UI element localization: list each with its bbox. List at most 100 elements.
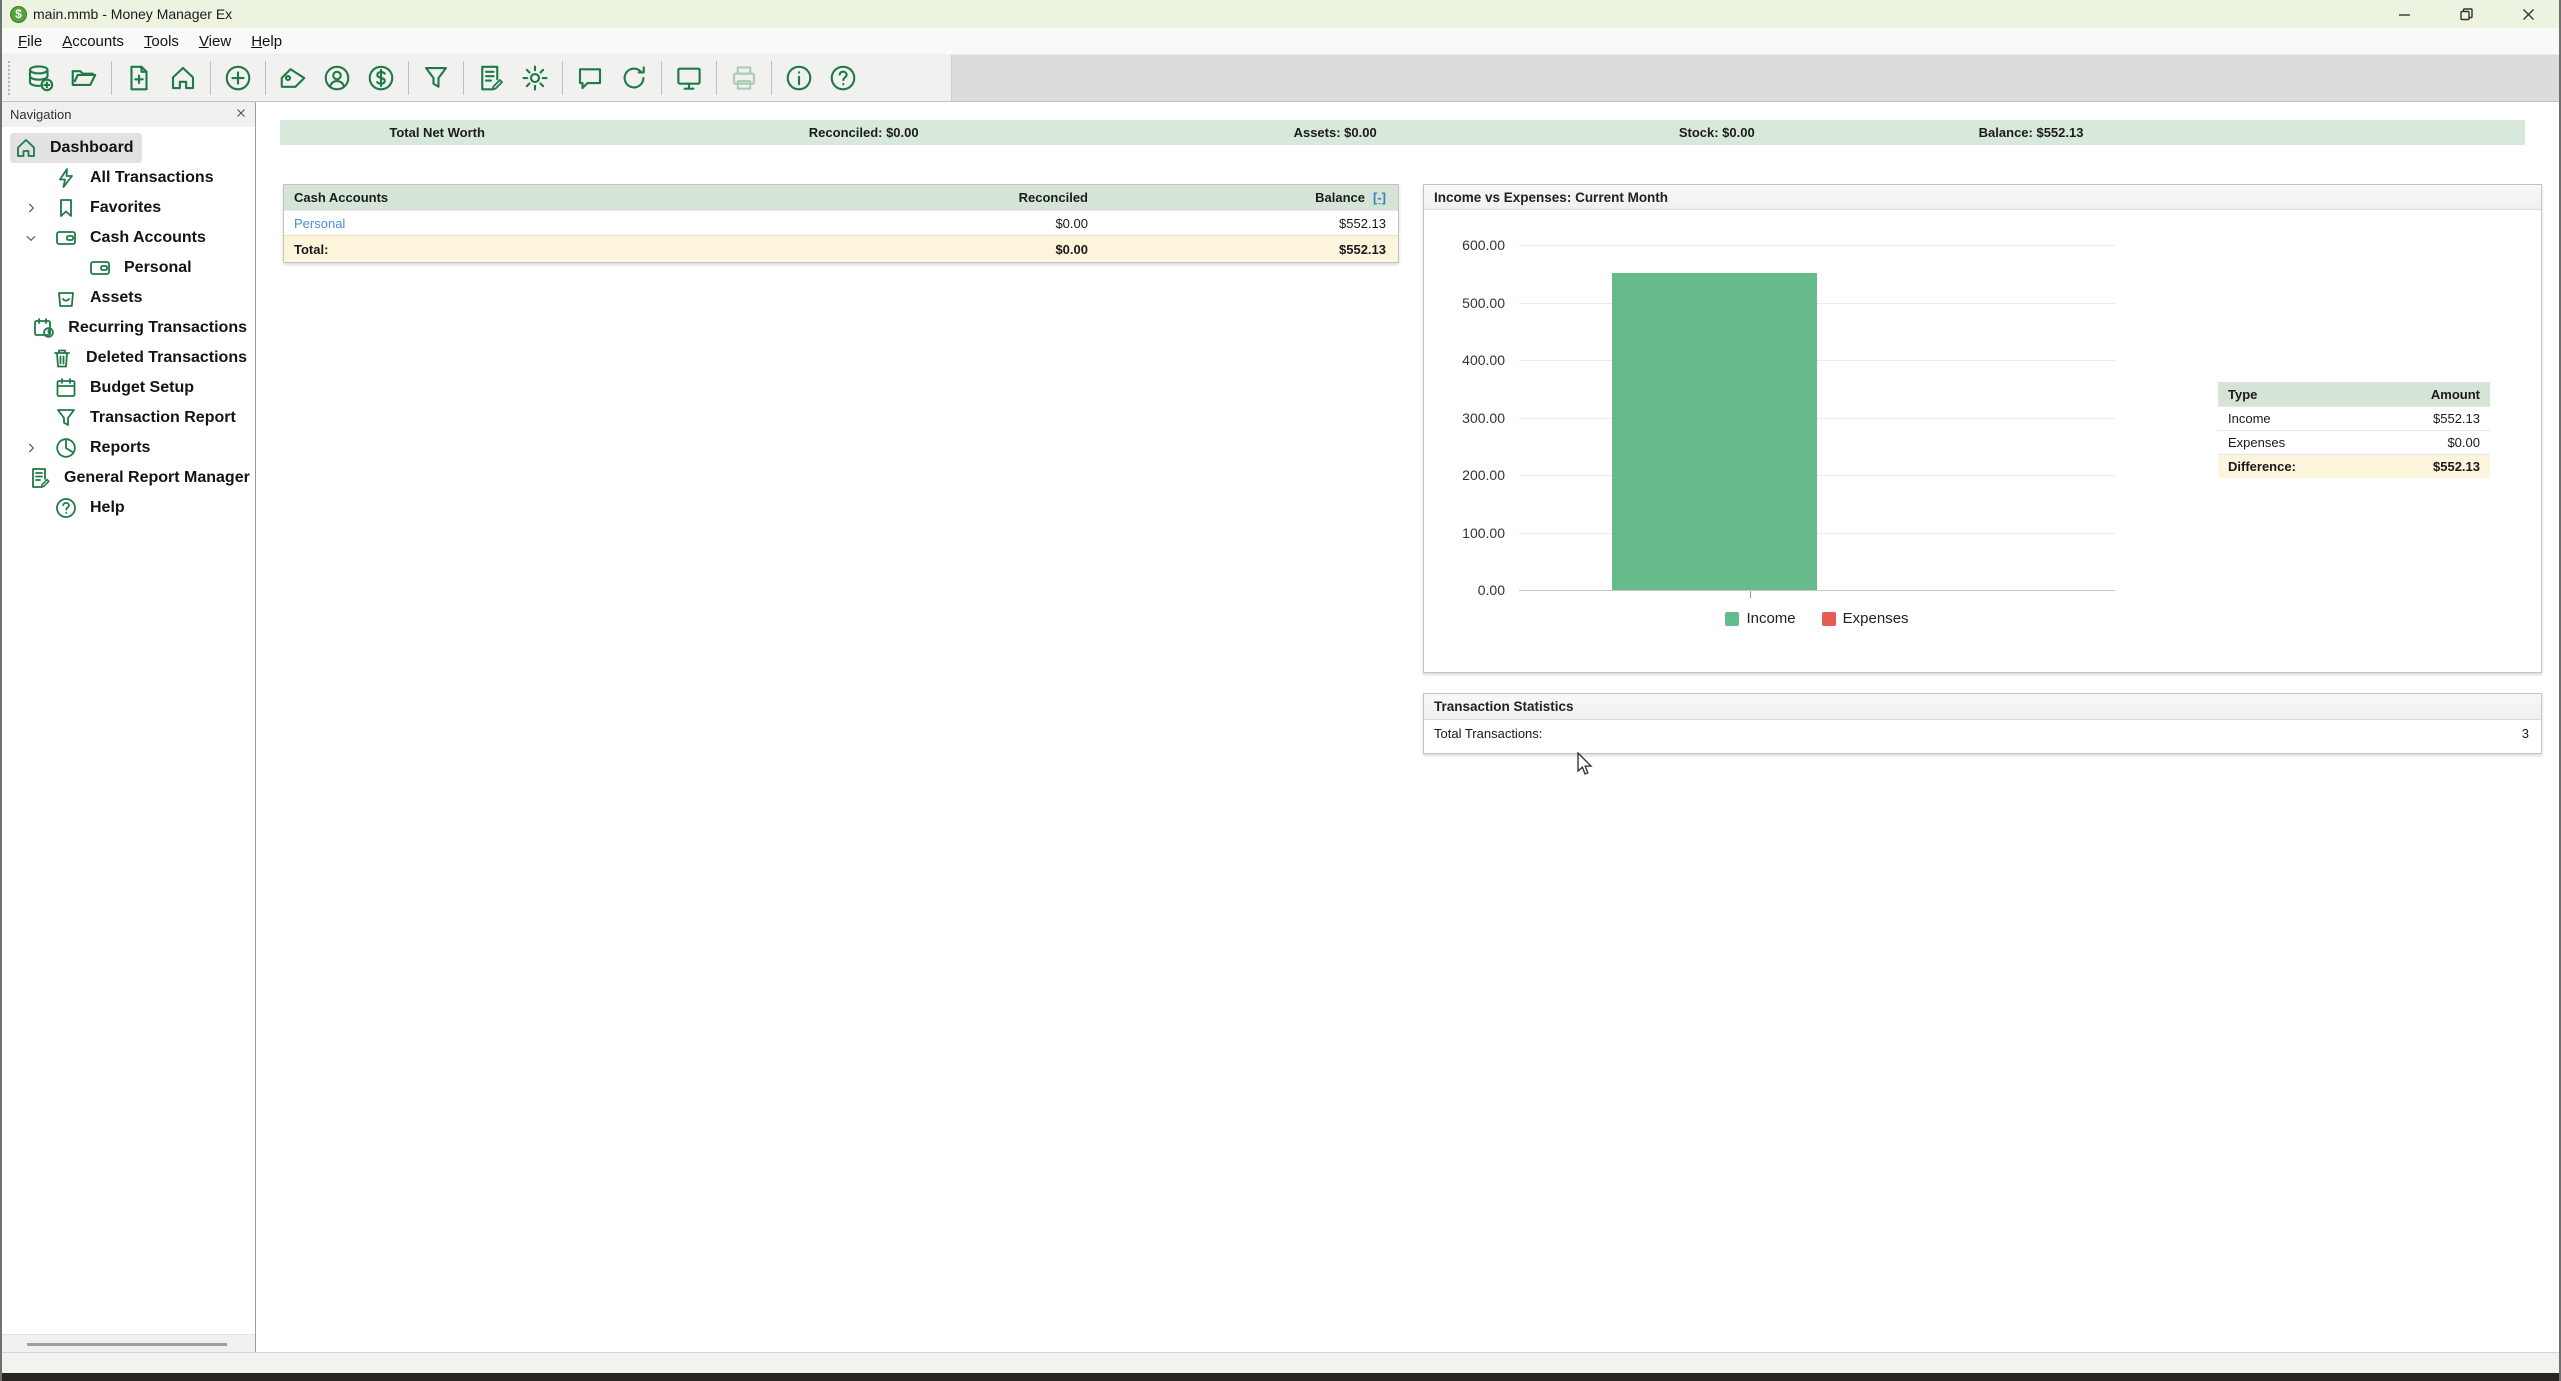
sidebar-item-all-transactions[interactable]: All Transactions	[2, 163, 255, 193]
summary-cell-4: Balance: $552.13	[1896, 125, 2165, 140]
expander-chevron-right-icon[interactable]	[24, 201, 50, 215]
fullscreen-monitor-icon[interactable]	[667, 58, 711, 98]
sidebar-item-label: Budget Setup	[90, 379, 194, 397]
transaction-report-icon[interactable]	[469, 58, 513, 98]
restore-button[interactable]	[2435, 0, 2497, 28]
window-title: main.mmb - Money Manager Ex	[33, 6, 232, 22]
navigation-panel-title: Navigation	[10, 107, 71, 122]
news-chat-icon[interactable]	[568, 58, 612, 98]
sidebar-item-help[interactable]: Help	[2, 493, 255, 523]
about-info-icon[interactable]	[777, 58, 821, 98]
sidebar-item-dashboard[interactable]: Dashboard	[2, 133, 255, 163]
home-icon	[14, 136, 38, 160]
summary-cell-3: Stock: $0.00	[1537, 125, 1896, 140]
y-axis-tick-label: 300.00	[1430, 410, 1505, 426]
calendar-clock-icon	[32, 316, 56, 340]
sidebar-item-deleted-transactions[interactable]: Deleted Transactions	[2, 343, 255, 373]
sidebar-item-cash-accounts[interactable]: Cash Accounts	[2, 223, 255, 253]
cash-accounts-title: Cash Accounts	[284, 190, 788, 205]
toolbar	[2, 55, 952, 101]
total-transactions-row: Total Transactions: 3	[1424, 720, 2541, 746]
home-icon[interactable]	[161, 58, 205, 98]
refresh-rates-icon[interactable]	[612, 58, 656, 98]
toolbar-separator	[265, 61, 266, 95]
dashboard-main: Total Net WorthReconciled: $0.00Assets: …	[256, 102, 2559, 1352]
sidebar-item-label: Reports	[90, 439, 150, 457]
close-button[interactable]	[2497, 0, 2559, 28]
options-gear-icon[interactable]	[513, 58, 557, 98]
transaction-statistics-panel: Transaction Statistics Total Transaction…	[1423, 693, 2542, 754]
total-transactions-label: Total Transactions:	[1424, 726, 2522, 741]
menu-file[interactable]: File	[8, 30, 52, 53]
menu-accounts[interactable]: Accounts	[52, 30, 134, 53]
transaction-filter-icon[interactable]	[414, 58, 458, 98]
sidebar-item-assets[interactable]: Assets	[2, 283, 255, 313]
income-expense-summary-table: TypeAmountIncome$552.13Expenses$0.00Diff…	[2218, 382, 2490, 478]
navigation-horizontal-scrollbar[interactable]	[2, 1334, 255, 1352]
new-transaction-icon[interactable]	[216, 58, 260, 98]
sidebar-item-transaction-report[interactable]: Transaction Report	[2, 403, 255, 433]
menu-help[interactable]: Help	[241, 30, 292, 53]
status-bar	[2, 1352, 2559, 1373]
sidebar-item-label: Recurring Transactions	[68, 319, 247, 337]
trash-icon	[50, 346, 74, 370]
type-amount-row-income: Income$552.13	[2218, 406, 2490, 430]
bar-chart: TypeAmountIncome$552.13Expenses$0.00Diff…	[1424, 210, 2541, 673]
navigation-close-icon[interactable]	[235, 107, 247, 122]
chart-panel-title: Income vs Expenses: Current Month	[1424, 185, 2541, 210]
gridline	[1519, 303, 2115, 304]
expander-chevron-right-icon[interactable]	[24, 441, 50, 455]
print-icon[interactable]	[722, 58, 766, 98]
sidebar-item-label: Help	[90, 499, 125, 517]
account-link[interactable]: Personal	[294, 216, 345, 231]
menu-view[interactable]: View	[189, 30, 241, 53]
title-bar: $ main.mmb - Money Manager Ex	[2, 0, 2559, 28]
menu-bar: FileAccountsToolsViewHelp	[2, 28, 2559, 55]
sidebar-item-general-report-manager[interactable]: General Report Manager	[2, 463, 255, 493]
payees-user-icon[interactable]	[315, 58, 359, 98]
sidebar-item-reports[interactable]: Reports	[2, 433, 255, 463]
collapse-panel-link[interactable]: [-]	[1373, 190, 1386, 205]
amount-cell: $552.13	[2433, 411, 2490, 426]
total-transactions-value: 3	[2522, 726, 2541, 741]
sidebar-item-favorites[interactable]: Favorites	[2, 193, 255, 223]
toolbar-grip-handle[interactable]	[8, 61, 14, 95]
account-reconciled-value: $0.00	[788, 216, 1088, 231]
type-column-header: Type	[2218, 387, 2431, 402]
navigation-tree: DashboardAll Transactions Favorites Cash A…	[2, 127, 255, 1334]
categories-tag-icon[interactable]	[271, 58, 315, 98]
toolbar-separator	[408, 61, 409, 95]
help-question-icon[interactable]	[821, 58, 865, 98]
total-label: Total:	[284, 242, 788, 257]
sidebar-item-label: Favorites	[90, 199, 161, 217]
sidebar-item-personal[interactable]: Personal	[2, 253, 255, 283]
sidebar-item-budget-setup[interactable]: Budget Setup	[2, 373, 255, 403]
calendar-icon	[54, 376, 78, 400]
type-cell: Income	[2218, 411, 2433, 426]
total-balance-value: $552.13	[1088, 242, 1398, 257]
currency-dollar-icon[interactable]	[359, 58, 403, 98]
toolbar-separator	[562, 61, 563, 95]
new-file-icon[interactable]	[117, 58, 161, 98]
toolbar-separator	[463, 61, 464, 95]
scrollbar-thumb[interactable]	[27, 1343, 227, 1346]
y-axis-tick-label: 100.00	[1430, 525, 1505, 541]
open-database-icon[interactable]	[62, 58, 106, 98]
sidebar-item-recurring-transactions[interactable]: Recurring Transactions	[2, 313, 255, 343]
legend-swatch-icon	[1725, 612, 1739, 626]
legend-item-income: Income	[1725, 610, 1795, 627]
navigation-panel-header: Navigation	[2, 102, 255, 127]
y-axis-tick-label: 0.00	[1430, 582, 1505, 598]
menu-tools[interactable]: Tools	[134, 30, 189, 53]
toolbar-separator	[210, 61, 211, 95]
new-database-icon[interactable]	[18, 58, 62, 98]
minimize-button[interactable]	[2373, 0, 2435, 28]
expander-chevron-down-icon[interactable]	[24, 231, 50, 245]
wallet-icon	[88, 256, 112, 280]
sidebar-item-label: Personal	[124, 259, 192, 277]
question-icon	[54, 496, 78, 520]
toolbar-strip	[2, 55, 2559, 102]
pie-icon	[54, 436, 78, 460]
amount-cell: $0.00	[2447, 435, 2490, 450]
legend-swatch-icon	[1822, 612, 1836, 626]
